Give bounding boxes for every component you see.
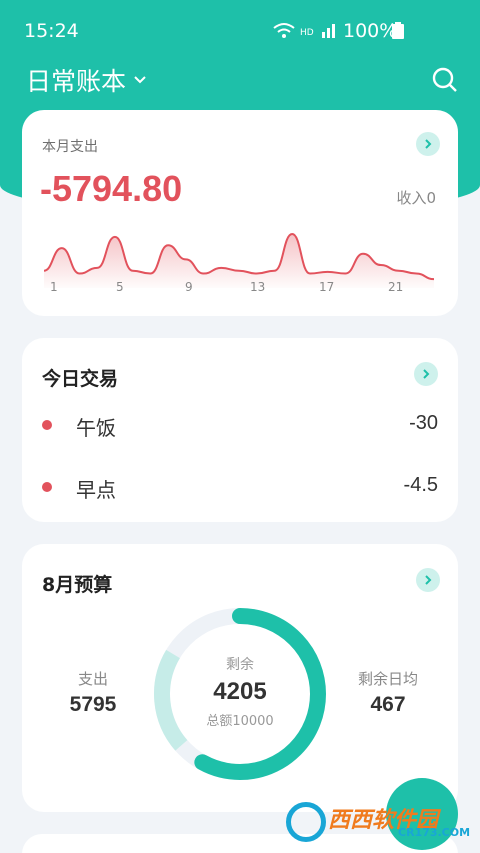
network-label: HD [300, 28, 314, 38]
watermark: 西西软件园 CR173.COM [286, 800, 470, 844]
chevron-right-icon [425, 575, 432, 585]
monthly-spending-label: 本月支出 [42, 139, 98, 155]
budget-total: 总额10000 [206, 714, 274, 729]
chevron-right-icon [423, 369, 430, 379]
today-title: 今日交易 [42, 368, 119, 390]
watermark-sub: CR173.COM [398, 826, 471, 839]
chevron-down-icon [134, 76, 146, 84]
budget-remaining-value: 4205 [213, 678, 267, 705]
x-tick: 1 [50, 280, 58, 294]
budget-spent-label: 支出 [77, 670, 108, 688]
transaction-amount: -30 [409, 412, 438, 434]
battery-icon [392, 22, 404, 39]
budget-daily-label: 剩余日均 [357, 670, 418, 688]
ledger-selector[interactable]: 日常账本 [26, 62, 148, 98]
daily-spending-chart [44, 232, 434, 288]
budget-title: 8月预算 [42, 574, 113, 596]
budget-card: 8月预算 支出 5795 剩余 4205 总额10000 剩余日均 467 [22, 544, 458, 812]
today-detail-button[interactable] [414, 362, 438, 386]
x-tick: 13 [250, 280, 266, 294]
watermark-logo-icon [286, 802, 326, 842]
monthly-income: 收入0 [396, 189, 436, 207]
status-time: 15:24 [24, 20, 79, 42]
chevron-right-icon [425, 139, 432, 149]
expense-dot [42, 482, 52, 492]
budget-spent-value: 5795 [69, 693, 117, 716]
x-tick: 17 [319, 280, 335, 294]
transaction-amount: -4.5 [403, 474, 438, 496]
monthly-detail-button[interactable] [416, 132, 440, 156]
ledger-title: 日常账本 [26, 67, 127, 96]
budget-remaining-label: 剩余 [226, 657, 254, 673]
search-icon[interactable] [432, 67, 458, 93]
expense-dot [42, 420, 52, 430]
transaction-row[interactable]: 早点 -4.5 [42, 472, 438, 502]
monthly-spending-card[interactable]: 本月支出 -5794.80 收入0 1 5 9 13 17 21 [22, 110, 458, 316]
today-transactions-card: 今日交易 午饭 -30 早点 -4.5 [22, 338, 458, 522]
transaction-name: 午饭 [76, 416, 116, 440]
monthly-spending-amount: -5794.80 [40, 168, 183, 209]
budget-daily: 剩余日均 467 [342, 668, 434, 717]
x-tick: 9 [185, 280, 193, 294]
signal-icons: HD [273, 23, 335, 38]
transaction-name: 早点 [76, 478, 116, 502]
budget-spent: 支出 5795 [48, 668, 138, 717]
budget-detail-button[interactable] [416, 568, 440, 592]
status-bar: 15:24 HD 100% [0, 0, 480, 60]
x-tick: 21 [388, 280, 404, 294]
transaction-row[interactable]: 午饭 -30 [42, 410, 438, 440]
budget-remaining: 剩余 4205 总额10000 [152, 654, 328, 729]
budget-daily-value: 467 [370, 693, 406, 716]
battery-percent: 100% [343, 20, 398, 42]
x-tick: 5 [116, 280, 124, 294]
